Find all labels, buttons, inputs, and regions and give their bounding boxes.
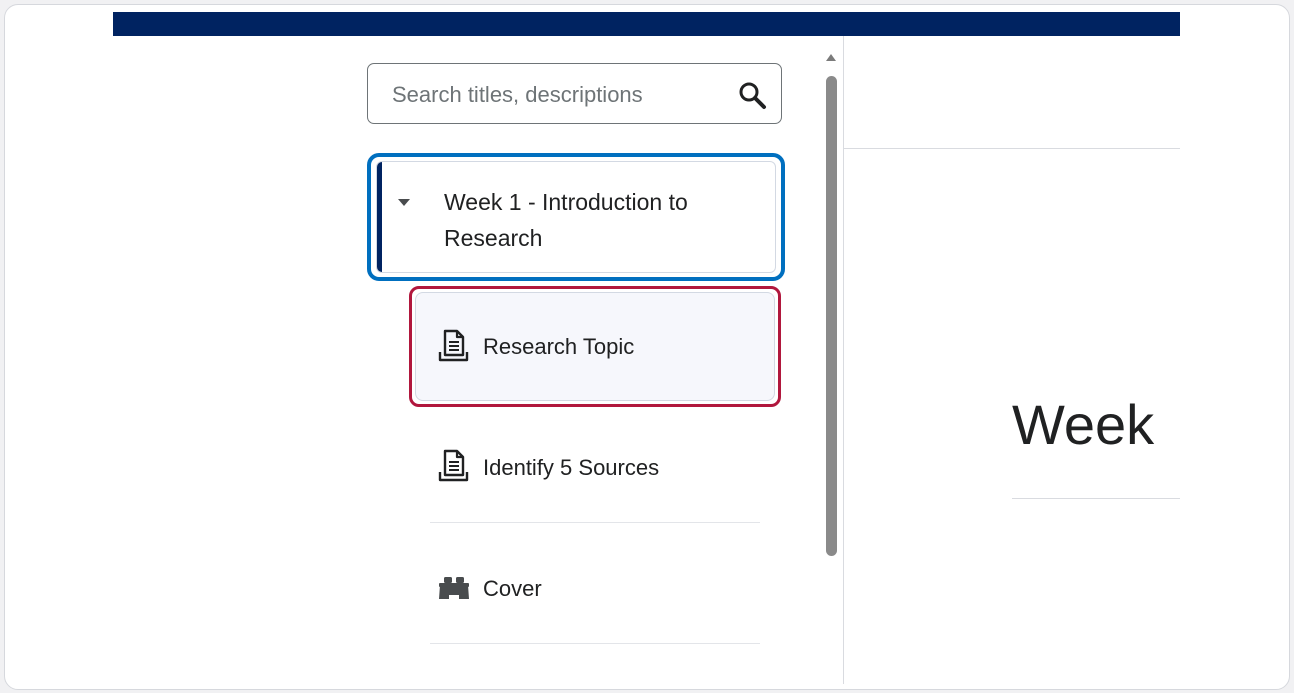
- scroll-up-arrow-icon[interactable]: [826, 54, 836, 61]
- search-input[interactable]: [390, 64, 724, 125]
- heading-divider: [1012, 498, 1180, 499]
- module-week-1[interactable]: Week 1 - Introduction to Research: [376, 161, 776, 273]
- list-divider: [430, 522, 760, 523]
- brand-bar: [113, 12, 1180, 36]
- toc-item-label[interactable]: Identify 5 Sources: [483, 455, 659, 481]
- search-box: [367, 63, 782, 125]
- panel-divider: [843, 36, 844, 684]
- scrollbar[interactable]: [822, 48, 840, 680]
- page-title: Week: [1012, 393, 1155, 456]
- search-icon[interactable]: [737, 80, 767, 110]
- module-title: Week 1 - Introduction to Research: [444, 189, 688, 251]
- scrollbar-thumb[interactable]: [826, 76, 837, 556]
- document-icon: [438, 329, 469, 362]
- toc-item-label[interactable]: Research Topic: [483, 334, 634, 360]
- list-divider: [430, 643, 760, 644]
- document-icon: [438, 449, 469, 482]
- caret-down-icon[interactable]: [398, 199, 410, 206]
- toc-item-label[interactable]: Cover: [483, 576, 542, 602]
- module-accent-bar: [377, 162, 382, 272]
- header-divider: [844, 148, 1180, 149]
- lego-block-icon: [439, 577, 469, 599]
